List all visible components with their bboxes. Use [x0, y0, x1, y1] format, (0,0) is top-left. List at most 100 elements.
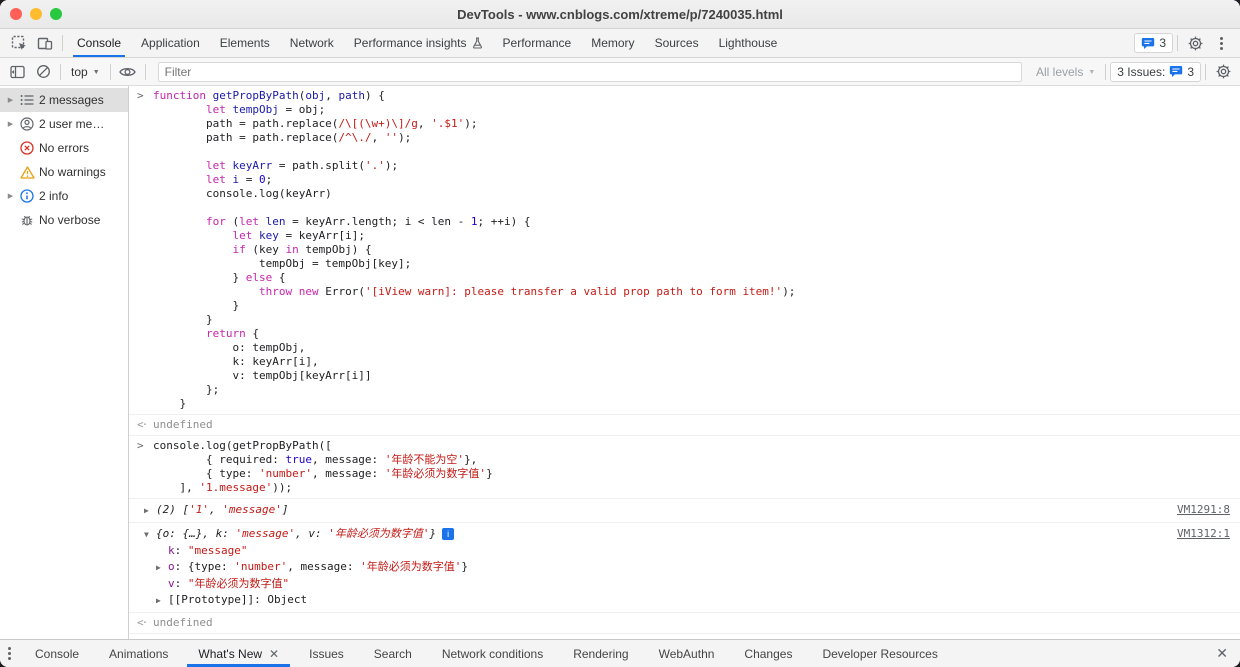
code-token: , message: [311, 453, 385, 466]
console-input-entry: > console.log(getPropByPath([ { required:… [129, 436, 1240, 499]
drawer-tab-changes[interactable]: Changes [729, 640, 807, 667]
code-line: }; [129, 383, 1240, 397]
value-info-icon[interactable]: i [442, 528, 455, 540]
code-line: k: keyArr[i], [129, 355, 1240, 369]
sidebar-item-label: 2 messages [39, 93, 104, 107]
execution-context-selector[interactable]: top ▼ [65, 65, 106, 79]
code-line: } [129, 313, 1240, 327]
code-token: '年龄必须为数字值' [384, 467, 487, 480]
close-tab-icon[interactable]: ✕ [269, 647, 279, 661]
flask-icon [472, 37, 483, 49]
inspect-element-icon[interactable] [6, 31, 32, 55]
code-line: { type: 'number', message: '年龄必须为数字值'} [129, 467, 1240, 481]
tab-application[interactable]: Application [131, 29, 210, 57]
drawer-tab-developer-resources[interactable]: Developer Resources [807, 640, 952, 667]
code-token: = obj; [278, 103, 326, 116]
code-token: 'message' [235, 527, 296, 540]
code-token: ; ++i) { [477, 215, 531, 228]
divider [1177, 35, 1178, 51]
sidebar-item-no-warnings[interactable]: No warnings [0, 160, 128, 184]
code-token: ); [782, 285, 796, 298]
sidebar-item-2-user-me[interactable]: ▶ 2 user me… [0, 112, 128, 136]
console-log-entry: VM1291:8 ▶ (2) ['1', 'message'] [129, 499, 1240, 523]
code-token: = [239, 173, 259, 186]
console-prompt[interactable]: > [129, 634, 1240, 639]
drawer-tab-console[interactable]: Console [20, 640, 94, 667]
filter-input[interactable] [157, 61, 1022, 82]
console-sidebar-toggle-icon[interactable] [4, 60, 30, 84]
expand-triangle-icon[interactable]: ▼ [144, 527, 156, 543]
code-line: tempObj = tempObj[key]; [129, 257, 1240, 271]
tab-network[interactable]: Network [280, 29, 344, 57]
code-token: {o: {…}, k: [156, 527, 236, 540]
expand-triangle-icon[interactable]: ▶ [144, 503, 156, 519]
expand-triangle-icon[interactable]: ▶ [5, 120, 16, 128]
expand-triangle-icon[interactable]: ▶ [5, 96, 16, 104]
device-toolbar-icon[interactable] [32, 31, 58, 55]
expand-triangle-icon[interactable]: ▶ [156, 593, 168, 609]
console-settings-gear-icon[interactable] [1210, 60, 1236, 84]
clear-console-icon[interactable] [30, 60, 56, 84]
code-token: /^\./ [338, 131, 372, 144]
settings-gear-icon[interactable] [1182, 31, 1208, 55]
code-token: ) { [364, 89, 385, 102]
code-token: , [371, 131, 385, 144]
code-token: '1' [189, 503, 209, 516]
code-token: } [153, 271, 246, 284]
code-token: "message" [187, 544, 248, 557]
code-line: { required: true, message: '年龄不能为空'}, [129, 453, 1240, 467]
code-line: throw new Error('[iView warn]: please tr… [129, 285, 1240, 299]
log-levels-dropdown[interactable]: All levels ▼ [1030, 65, 1101, 79]
tab-elements[interactable]: Elements [210, 29, 280, 57]
sidebar-item-no-errors[interactable]: No errors [0, 136, 128, 160]
drawer-more-tabs-icon[interactable] [0, 642, 20, 666]
drawer-tab-network-conditions[interactable]: Network conditions [427, 640, 558, 667]
tab-lighthouse[interactable]: Lighthouse [709, 29, 788, 57]
code-line: ▼ {o: {…}, k: 'message', v: '年龄必须为数字值'} i [129, 526, 1240, 543]
code-token: } [429, 527, 437, 540]
issues-counter-button[interactable]: 3 Issues: 3 [1110, 61, 1201, 82]
more-options-icon[interactable] [1208, 31, 1234, 55]
drawer-tab-issues[interactable]: Issues [294, 640, 359, 667]
code-token: , message: [311, 467, 385, 480]
code-token: path = path.replace( [153, 117, 339, 130]
code-token: }; [153, 383, 220, 396]
divider [1205, 63, 1206, 80]
code-token: '年龄必须为数字值' [360, 560, 462, 573]
code-line: } [129, 397, 1240, 411]
expand-triangle-icon[interactable]: ▶ [156, 560, 168, 576]
tab-performance[interactable]: Performance [493, 29, 582, 57]
tab-performance-insights[interactable]: Performance insights [344, 29, 493, 57]
sidebar-item-2-messages[interactable]: ▶ 2 messages [0, 88, 128, 112]
sidebar-item-no-verbose[interactable]: No verbose [0, 208, 128, 232]
code-token: throw [258, 285, 293, 298]
code-token: ], [153, 481, 200, 494]
drawer-tab-webauthn[interactable]: WebAuthn [644, 640, 730, 667]
tab-sources[interactable]: Sources [645, 29, 709, 57]
code-line: let i = 0; [129, 173, 1240, 187]
drawer-tab-what-s-new[interactable]: What's New ✕ [183, 640, 294, 667]
sidebar-item-2-info[interactable]: ▶ 2 info [0, 184, 128, 208]
drawer-close-icon[interactable]: ✕ [1204, 645, 1240, 662]
tab-memory[interactable]: Memory [581, 29, 644, 57]
chevron-down-icon: ▼ [92, 69, 100, 76]
panel-tab-bar: Console Application Elements Network Perform… [0, 29, 1240, 58]
code-token: ] [281, 503, 289, 516]
code-token: = path.split( [272, 159, 365, 172]
code-token: obj [305, 89, 326, 102]
drawer-tab-rendering[interactable]: Rendering [558, 640, 643, 667]
drawer-tab-label: Animations [109, 646, 169, 661]
sidebar-item-label: No warnings [39, 165, 106, 179]
code-token: key [258, 229, 279, 242]
drawer-tab-animations[interactable]: Animations [94, 640, 183, 667]
expand-triangle-icon[interactable]: ▶ [5, 192, 16, 200]
issues-badge[interactable]: 3 [1134, 33, 1173, 53]
live-expression-eye-icon[interactable] [115, 60, 141, 84]
tab-label: Performance [502, 36, 572, 50]
tab-console[interactable]: Console [67, 29, 131, 57]
drawer-tab-search[interactable]: Search [359, 640, 427, 667]
code-token: keyArr [232, 159, 273, 172]
